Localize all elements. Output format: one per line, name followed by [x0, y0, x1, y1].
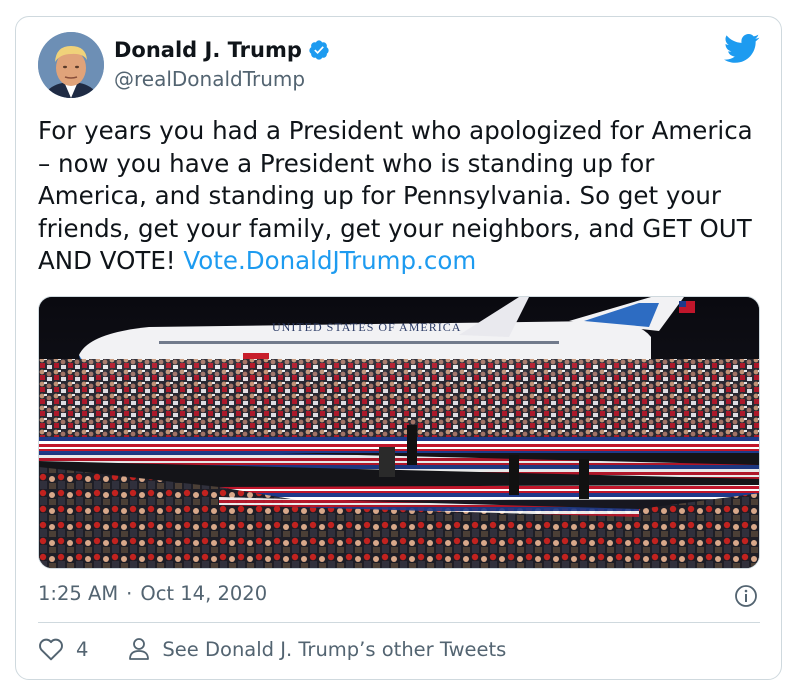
avatar-image	[38, 32, 104, 98]
divider	[38, 622, 760, 623]
rally-photo: UNITED STATES OF AMERICA	[39, 297, 759, 568]
twitter-bird-icon[interactable]	[724, 34, 760, 64]
aircraft-lettering: UNITED STATES OF AMERICA	[272, 320, 461, 334]
verified-badge-icon	[309, 40, 329, 60]
person-icon	[129, 638, 150, 660]
author-handle[interactable]: @realDonaldTrump	[114, 67, 305, 91]
other-tweets-link[interactable]: See Donald J. Trump’s other Tweets	[128, 637, 506, 661]
avatar[interactable]	[38, 32, 104, 98]
tweet-photo[interactable]: UNITED STATES OF AMERICA	[38, 296, 760, 569]
tweet-text: For years you had a President who apolog…	[38, 115, 758, 278]
tweet-link[interactable]: Vote.DonaldJTrump.com	[183, 246, 476, 275]
heart-icon	[39, 638, 63, 661]
other-tweets-label: See Donald J. Trump’s other Tweets	[162, 637, 507, 661]
tweet-time[interactable]: 1:25 AM	[38, 582, 118, 605]
like-count: 4	[76, 637, 89, 661]
tweet-date[interactable]: Oct 14, 2020	[140, 582, 267, 605]
meta-separator: ·	[126, 582, 133, 605]
info-icon[interactable]	[734, 584, 758, 608]
author-name[interactable]: Donald J. Trump	[114, 38, 302, 62]
like-button[interactable]: 4	[38, 637, 88, 661]
